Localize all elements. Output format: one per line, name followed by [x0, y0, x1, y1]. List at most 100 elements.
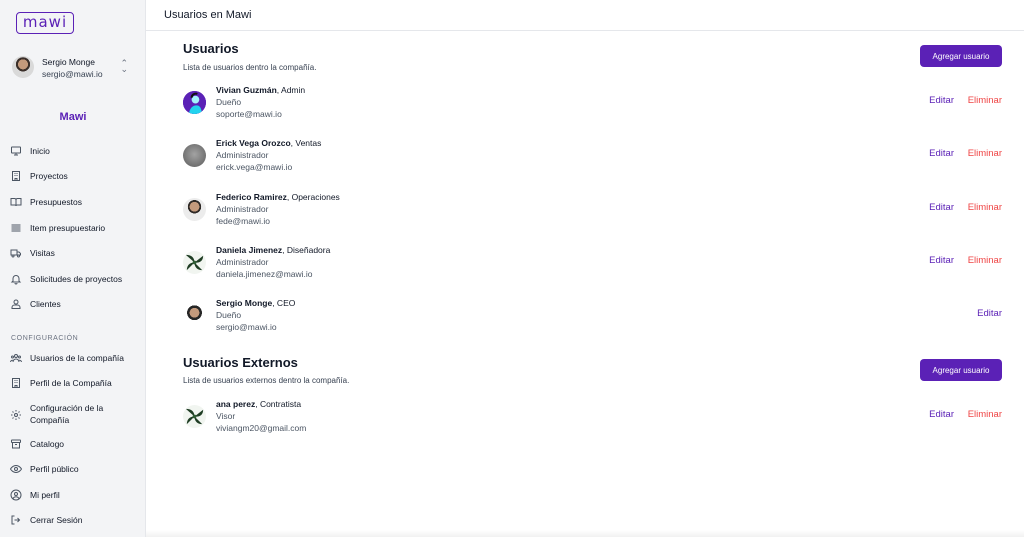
mawi-logo[interactable]: mawi — [16, 12, 74, 34]
sidebar-item-label: Item presupuestario — [30, 223, 106, 233]
user-role: , Contratista — [255, 399, 302, 409]
sidebar: mawi Sergio Monge sergio@mawi.io ⌃ ⌄ Mawi… — [0, 0, 146, 537]
user-row: Erick Vega Orozco, Ventas Administrador … — [183, 138, 1003, 178]
cog-icon — [9, 408, 22, 421]
sidebar-item-perfil-compania[interactable]: Perfil de la Compañía — [9, 375, 112, 391]
edit-link[interactable]: Editar — [977, 308, 1002, 319]
user-name-role: Federico Ramirez, Operaciones — [216, 192, 340, 202]
delete-link[interactable]: Eliminar — [968, 202, 1002, 213]
user-type: Dueño — [216, 310, 242, 320]
sidebar-item-label: Perfil público — [30, 464, 79, 474]
user-email: viviangm20@gmail.com — [216, 423, 307, 433]
current-user-name: Sergio Monge — [42, 57, 95, 67]
users-icon — [9, 298, 22, 311]
user-name-role: Vivian Guzmán, Admin — [216, 85, 305, 95]
user-name: Erick Vega Orozco — [216, 138, 291, 148]
user-type: Visor — [216, 411, 236, 421]
sidebar-item-mi-perfil[interactable]: Mi perfil — [9, 487, 60, 503]
sidebar-item-perfil-publico[interactable]: Perfil público — [9, 461, 79, 477]
office-building-icon — [9, 377, 22, 390]
sidebar-item-label: Cerrar Sesión — [30, 515, 83, 525]
user-type: Administrador — [216, 150, 269, 160]
sidebar-item-cerrar-sesion[interactable]: Cerrar Sesión — [9, 512, 82, 528]
user-circle-icon — [9, 489, 22, 502]
edit-link[interactable]: Editar — [929, 95, 954, 106]
user-role: , CEO — [272, 298, 296, 308]
external-users-section-description: Lista de usuarios externos dentro la com… — [183, 376, 350, 385]
logout-icon — [9, 514, 22, 527]
users-section-description: Lista de usuarios dentro la compañía. — [183, 63, 317, 72]
avatar — [183, 405, 206, 428]
user-email: daniela.jimenez@mawi.io — [216, 269, 313, 279]
sidebar-item-inicio[interactable]: Inicio — [9, 143, 50, 159]
user-email: fede@mawi.io — [216, 216, 270, 226]
user-name: Vivian Guzmán — [216, 85, 277, 95]
sidebar-item-configuracion-compania[interactable]: Configuración de la Compañía — [9, 402, 103, 428]
sidebar-item-label: Usuarios de la compañía — [30, 353, 125, 363]
archive-icon — [9, 438, 22, 451]
sidebar-item-label: Catalogo — [30, 439, 65, 449]
user-switcher[interactable]: Sergio Monge sergio@mawi.io ⌃ ⌄ — [10, 55, 136, 81]
add-user-button[interactable]: Agregar usuario — [920, 45, 1002, 67]
sidebar-item-proyectos[interactable]: Proyectos — [9, 168, 68, 184]
label-line-1: Configuración de la — [30, 403, 104, 413]
list-icon — [9, 222, 22, 235]
sidebar-item-item-presupuestario[interactable]: Item presupuestario — [9, 220, 105, 236]
user-name-role: ana perez, Contratista — [216, 399, 301, 409]
config-section-label: CONFIGURACIÓN — [11, 335, 79, 342]
page-title: Usuarios en Mawi — [164, 9, 252, 21]
user-type: Administrador — [216, 257, 269, 267]
sidebar-item-solicitudes[interactable]: Solicitudes de proyectos — [9, 271, 122, 287]
monitor-icon — [9, 145, 22, 158]
user-name: Sergio Monge — [216, 298, 273, 308]
user-name: Federico Ramirez — [216, 192, 287, 202]
avatar — [183, 144, 206, 167]
label-line-2: Compañía — [30, 415, 70, 425]
sidebar-item-usuarios-compania[interactable]: Usuarios de la compañía — [9, 350, 124, 366]
avatar — [12, 56, 34, 78]
add-external-user-button[interactable]: Agregar usuario — [920, 359, 1002, 381]
user-row: Daniela Jimenez, Diseñadora Administrado… — [183, 245, 1003, 285]
company-name: Mawi — [59, 111, 87, 123]
bottom-shadow — [146, 530, 1024, 537]
user-name-role: Sergio Monge, CEO — [216, 298, 295, 308]
sidebar-item-label: Presupuestos — [30, 197, 82, 207]
delete-link[interactable]: Eliminar — [968, 95, 1002, 106]
book-open-icon — [9, 196, 22, 209]
sidebar-item-presupuestos[interactable]: Presupuestos — [9, 194, 82, 210]
delete-link[interactable]: Eliminar — [968, 255, 1002, 266]
user-role: , Operaciones — [286, 192, 340, 202]
user-row: Sergio Monge, CEO Dueño sergio@mawi.io E… — [183, 298, 1003, 338]
sidebar-item-catalogo[interactable]: Catalogo — [9, 436, 64, 452]
user-row: Vivian Guzmán, Admin Dueño soporte@mawi.… — [183, 85, 1003, 125]
building-icon — [9, 170, 22, 183]
sidebar-item-label: Mi perfil — [30, 490, 60, 500]
sidebar-item-label: Proyectos — [30, 171, 68, 181]
delete-link[interactable]: Eliminar — [968, 409, 1002, 420]
sidebar-item-label: Solicitudes de proyectos — [30, 274, 123, 284]
user-name-role: Daniela Jimenez, Diseñadora — [216, 245, 330, 255]
user-group-icon — [9, 352, 22, 365]
user-name: Daniela Jimenez — [216, 245, 283, 255]
avatar — [183, 91, 206, 114]
edit-link[interactable]: Editar — [929, 148, 954, 159]
edit-link[interactable]: Editar — [929, 255, 954, 266]
user-role: , Admin — [276, 85, 306, 95]
edit-link[interactable]: Editar — [929, 409, 954, 420]
user-email: erick.vega@mawi.io — [216, 162, 293, 172]
current-user-email: sergio@mawi.io — [42, 69, 103, 79]
delete-link[interactable]: Eliminar — [968, 148, 1002, 159]
chevron-up-down-icon: ⌃ ⌄ — [120, 58, 128, 74]
truck-icon — [9, 247, 22, 260]
sidebar-item-visitas[interactable]: Visitas — [9, 245, 55, 261]
avatar — [183, 251, 206, 274]
sidebar-item-label: Visitas — [30, 248, 55, 258]
edit-link[interactable]: Editar — [929, 202, 954, 213]
user-email: sergio@mawi.io — [216, 322, 277, 332]
user-role: , Diseñadora — [282, 245, 331, 255]
sidebar-item-label: Inicio — [30, 146, 50, 156]
user-type: Administrador — [216, 204, 269, 214]
sidebar-item-clientes[interactable]: Clientes — [9, 296, 61, 312]
user-email: soporte@mawi.io — [216, 109, 282, 119]
top-bar: Usuarios en Mawi — [146, 0, 1024, 31]
